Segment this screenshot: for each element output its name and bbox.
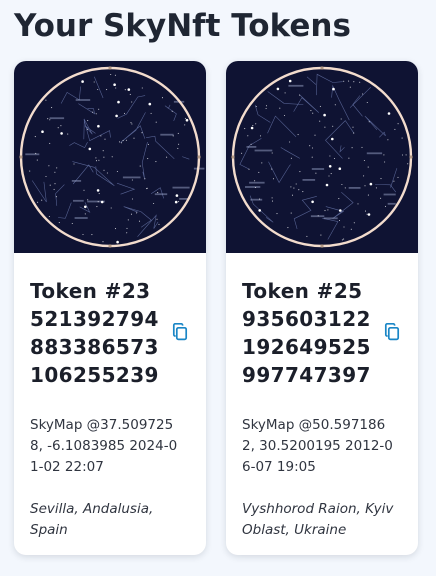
sky-map-image — [14, 61, 206, 253]
page-title: Your SkyNft Tokens — [14, 8, 351, 44]
sky-map-svg — [19, 66, 205, 248]
token-id-heading: Token #25 — [242, 279, 363, 303]
skymap-info: SkyMap @37.509725 — [30, 417, 174, 433]
token-id-digits: 883386573 — [30, 335, 159, 359]
copy-icon — [384, 323, 400, 341]
skymap-info: 8, -6.1083985 2024-0 — [30, 438, 178, 454]
sky-map-image — [226, 61, 418, 253]
skymap-info: 6-07 19:05 — [242, 459, 316, 475]
skymap-info: SkyMap @50.597186 — [242, 417, 386, 433]
token-id-digits: 997747397 — [242, 363, 371, 387]
token-card[interactable]: Token #23 521392794 883386573 106255239 … — [14, 61, 206, 555]
copy-icon — [172, 323, 188, 341]
token-card[interactable]: Token #25 935603122 192649525 997747397 … — [226, 61, 418, 555]
token-id-heading: Token #23 — [30, 279, 151, 303]
skymap-info: 2, 30.5200195 2012-0 — [242, 438, 393, 454]
location-text: Oblast, Ukraine — [242, 522, 347, 538]
skymap-info: 1-02 22:07 — [30, 459, 104, 475]
token-id-digits: 935603122 — [242, 307, 371, 331]
copy-token-button[interactable] — [384, 323, 400, 341]
sky-map-svg — [231, 66, 413, 248]
token-id-digits: 521392794 — [30, 307, 159, 331]
location-text: Sevilla, Andalusia, — [30, 501, 154, 517]
location-text: Spain — [30, 522, 68, 538]
token-id-digits: 106255239 — [30, 363, 159, 387]
token-id-digits: 192649525 — [242, 335, 371, 359]
copy-token-button[interactable] — [172, 323, 188, 341]
location-text: Vyshhorod Raion, Kyiv — [242, 501, 394, 517]
